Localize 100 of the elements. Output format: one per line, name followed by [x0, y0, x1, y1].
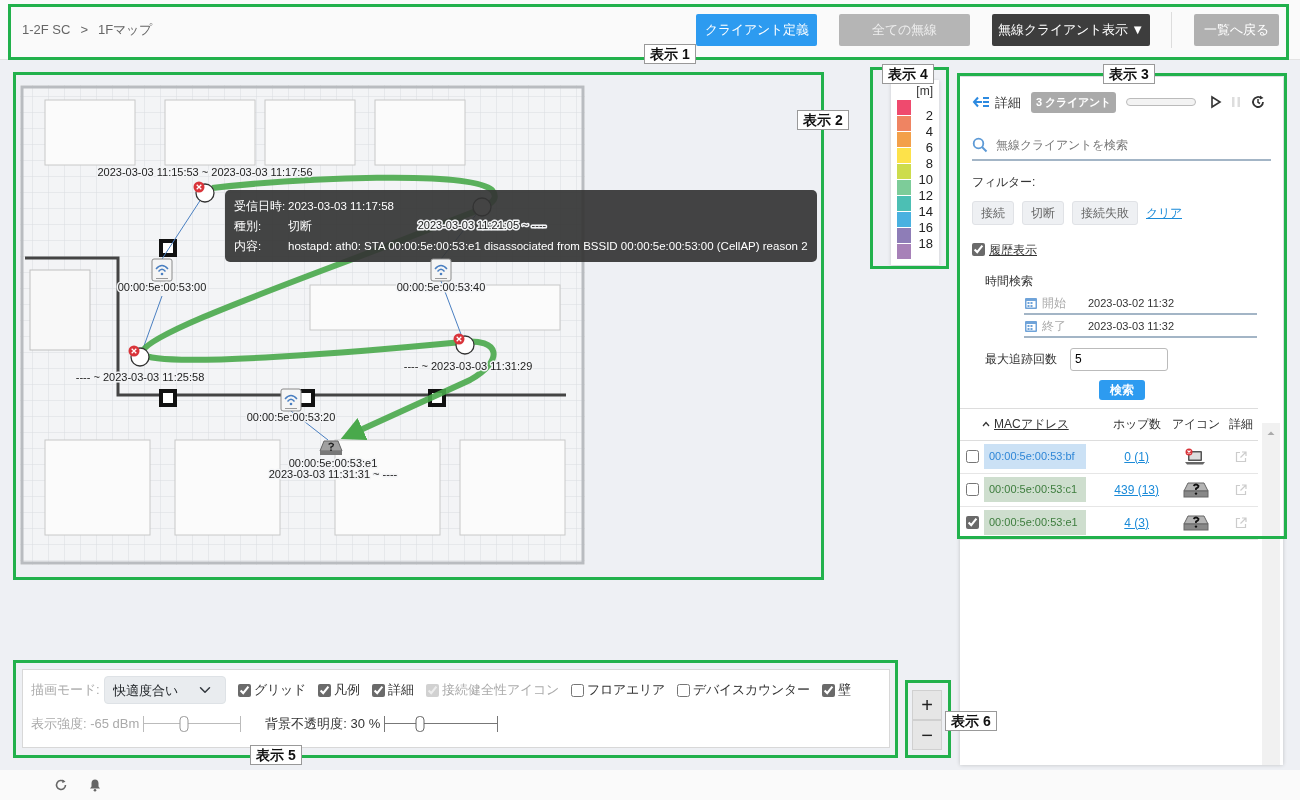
- play-icon[interactable]: [1210, 95, 1223, 110]
- tooltip-label: 内容:: [234, 239, 263, 254]
- checkbox-label: 詳細: [387, 681, 414, 700]
- slider-thumb[interactable]: [415, 715, 425, 732]
- checkbox-label: 壁: [837, 681, 851, 700]
- legend-unit: [m]: [915, 84, 933, 98]
- access-point-icon: [280, 388, 302, 412]
- client-count: 3 クライアント: [1031, 92, 1117, 113]
- legend-label: 6: [924, 140, 933, 156]
- access-point-icon: [430, 258, 452, 282]
- row-checkbox[interactable]: [966, 516, 979, 529]
- breadcrumb-item[interactable]: 1Fマップ: [98, 19, 153, 40]
- access-point-icon: [151, 258, 173, 282]
- filter-button[interactable]: 切断: [1022, 200, 1064, 225]
- hop-count-link[interactable]: 0 (1): [1124, 449, 1149, 464]
- legend-label: 12: [917, 188, 933, 204]
- hop-count-link[interactable]: 439 (13): [1114, 482, 1159, 497]
- legend-label: 16: [917, 220, 933, 236]
- column-header: 詳細: [1227, 416, 1254, 433]
- unknown-device-icon: [1181, 480, 1210, 499]
- mac-label: 00:00:5e:00:53:20: [246, 411, 336, 423]
- refresh-icon[interactable]: [54, 778, 68, 792]
- date-field[interactable]: 2023-03-02 11:32: [1086, 293, 1236, 313]
- checkbox-label: デバイスカウンター: [692, 681, 810, 700]
- breadcrumb-item[interactable]: 1-2F SC: [22, 19, 71, 40]
- checkbox[interactable]: [317, 683, 331, 697]
- column-header[interactable]: MACアドレス: [994, 415, 1069, 433]
- legend-label: 18: [917, 236, 933, 252]
- column-header: ホップ数: [1112, 416, 1163, 433]
- tooltip-value: hostapd: ath0: STA 00:00:5e:00:53:e1 disassociated from BSSID 00:00:5e:00:53:00 (CellAP) reason 2: [288, 239, 808, 254]
- toolbar-button[interactable]: クライアント定義: [696, 13, 817, 46]
- back-icon: [972, 95, 990, 110]
- annotation-label: 表示 3: [1103, 64, 1155, 84]
- annotation-label: 表示 6: [945, 711, 997, 731]
- refresh-icon[interactable]: [1250, 94, 1267, 111]
- tooltip-label: 受信日時:: [234, 199, 287, 214]
- filter-button[interactable]: 接続: [972, 200, 1014, 225]
- filter-label: フィルター:: [972, 173, 1037, 191]
- legend-label: 4: [924, 124, 933, 140]
- field-label: 終了: [1042, 318, 1067, 335]
- field-label: 描画モード:: [31, 681, 100, 700]
- error-icon: [193, 181, 205, 193]
- mac-address[interactable]: 00:00:5e:00:53:c1: [984, 477, 1086, 502]
- checkbox-label: グリッド: [253, 681, 306, 700]
- breadcrumb-separator: >: [80, 20, 88, 39]
- tooltip-value: 2023-03-03 11:17:58: [288, 199, 394, 214]
- search-button[interactable]: 検索: [1098, 379, 1145, 400]
- checkbox[interactable]: [570, 683, 584, 697]
- mac-label: 00:00:5e:00:53:40: [396, 281, 486, 293]
- field-label: 最大追跡回数: [985, 351, 1057, 368]
- checkbox[interactable]: [972, 243, 985, 256]
- sort-caret-icon: [982, 421, 990, 427]
- time-label: 2023-03-03 11:31:31 ~ ----: [268, 468, 398, 480]
- row-checkbox[interactable]: [966, 450, 979, 463]
- checkbox[interactable]: [371, 683, 385, 697]
- legend-label: 14: [917, 204, 933, 220]
- back-button[interactable]: 詳細: [972, 92, 1021, 112]
- hop-count-link[interactable]: 4 (3): [1124, 515, 1149, 530]
- calendar-icon: [1024, 319, 1038, 333]
- pillar-icon: [159, 239, 177, 257]
- zoom-button[interactable]: −: [912, 720, 942, 750]
- bell-icon[interactable]: [88, 778, 102, 792]
- unknown-device-icon: [319, 440, 343, 455]
- dropdown-button[interactable]: 無線クライアント表示 ▼: [992, 13, 1150, 46]
- clear-link[interactable]: クリア: [1146, 203, 1182, 222]
- annotation-label: 表示 4: [882, 64, 934, 84]
- tooltip-value: 切断: [288, 219, 312, 234]
- slider-label: 背景不透明度: 30 %: [265, 715, 381, 733]
- filter-button[interactable]: 接続失敗: [1072, 200, 1138, 225]
- time-label: 2023-03-03 11:15:53 ~ 2023-03-03 11:17:56: [97, 166, 313, 178]
- checkbox[interactable]: [676, 683, 690, 697]
- row-checkbox[interactable]: [966, 483, 979, 496]
- section-label: 時間検索: [985, 272, 1034, 290]
- error-icon: [128, 345, 140, 357]
- column-header: アイコン: [1171, 416, 1222, 433]
- annotation-label: 表示 5: [250, 745, 302, 765]
- legend-label: 10: [917, 172, 933, 188]
- unknown-device-icon: [1181, 513, 1210, 532]
- field-label: 開始: [1042, 295, 1067, 312]
- checkbox[interactable]: [237, 683, 251, 697]
- checkbox[interactable]: [821, 683, 835, 697]
- date-field[interactable]: 2023-03-03 11:32: [1086, 316, 1236, 336]
- legend-label: 8: [924, 156, 933, 172]
- pillar-icon: [159, 389, 177, 407]
- mac-address[interactable]: 00:00:5e:00:53:e1: [984, 510, 1086, 535]
- zoom-button[interactable]: +: [912, 690, 942, 720]
- scrollbar[interactable]: [1262, 423, 1280, 765]
- search-field[interactable]: 無線クライアントを検索: [994, 134, 1271, 155]
- history-link[interactable]: 履歴表示: [989, 240, 1037, 259]
- calendar-icon: [1024, 296, 1038, 310]
- time-label: 2023-03-03 11:21:05 ~ ----: [417, 219, 547, 231]
- checkbox-label: 凡例: [333, 681, 360, 700]
- mac-address[interactable]: 00:00:5e:00:53:bf: [984, 444, 1086, 469]
- mac-label: 00:00:5e:00:53:e1: [288, 457, 378, 469]
- slider-label: 表示強度: -65 dBm: [31, 715, 140, 733]
- annotation-label: 表示 1: [644, 44, 696, 64]
- error-icon: [453, 333, 465, 345]
- max-trace-field[interactable]: 5: [1070, 347, 1168, 371]
- tooltip-label: 種別:: [234, 219, 263, 234]
- checkbox-label: 接続健全性アイコン: [441, 681, 559, 700]
